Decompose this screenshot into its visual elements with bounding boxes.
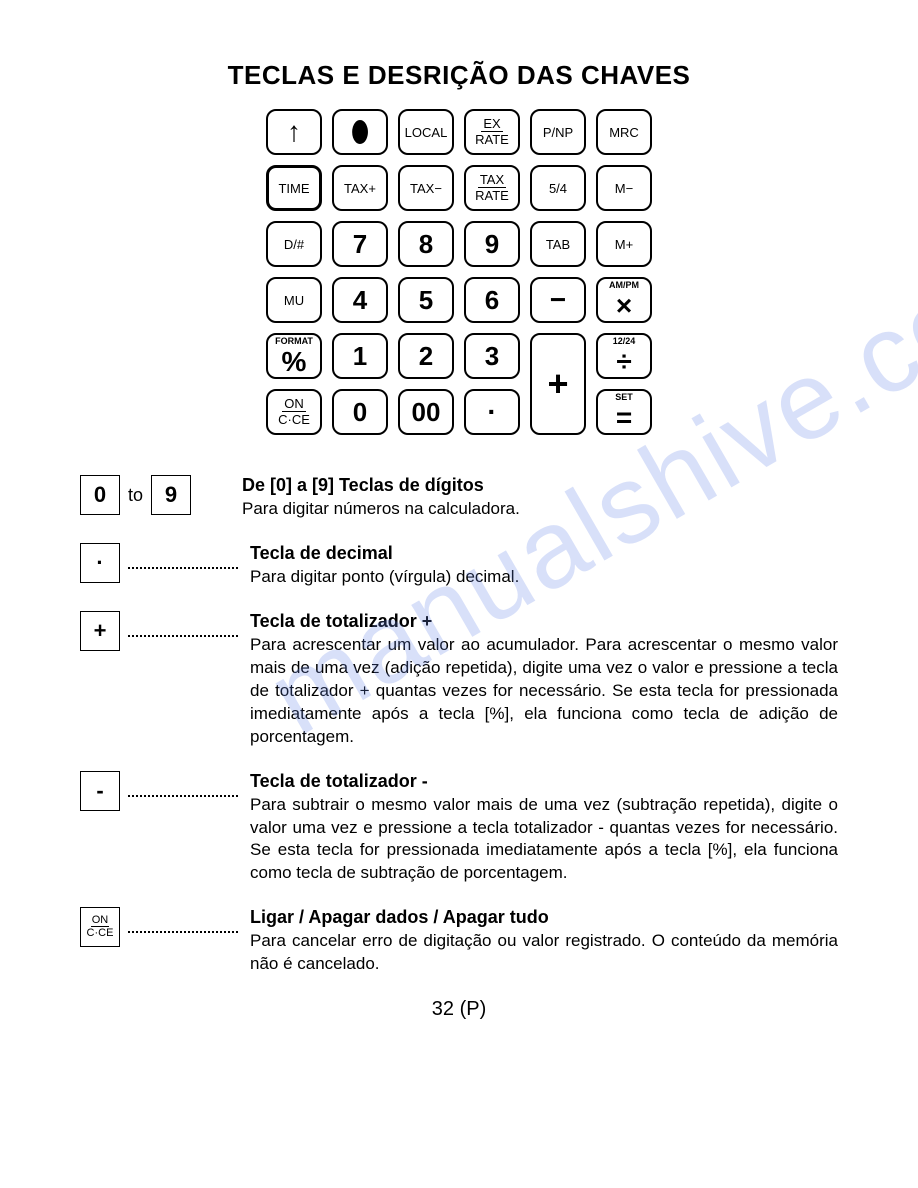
key-on-cce[interactable]: ON C·CE: [266, 389, 322, 435]
desc-heading: Ligar / Apagar dados / Apagar tudo: [250, 907, 549, 927]
desc-body: Para digitar ponto (vírgula) decimal.: [250, 566, 838, 589]
mini-key-on-cce-top: ON: [91, 915, 110, 927]
key-multiply-label: ×: [616, 292, 632, 320]
mini-key-0: 0: [80, 475, 120, 515]
key-tax-plus[interactable]: TAX+: [332, 165, 388, 211]
key-equals-sup: SET: [615, 393, 633, 402]
mini-key-plus: +: [80, 611, 120, 651]
key-divide-label: ÷: [616, 348, 631, 376]
key-3[interactable]: 3: [464, 333, 520, 379]
desc-row-minus: - Tecla de totalizador - Para subtrair o…: [80, 771, 838, 886]
key-54[interactable]: 5/4: [530, 165, 586, 211]
key-tax-rate-top: TAX: [478, 173, 506, 188]
key-descriptions: 0 to 9 De [0] a [9] Teclas de dígitos Pa…: [80, 475, 838, 976]
keypad-row-3: D/# 7 8 9 TAB M+: [266, 221, 652, 267]
key-tax-rate-bot: RATE: [475, 188, 509, 203]
key-m-minus[interactable]: M−: [596, 165, 652, 211]
desc-row-digits: 0 to 9 De [0] a [9] Teclas de dígitos Pa…: [80, 475, 838, 521]
keypad-rows-5-6: FORMAT % 1 2 3 ON C·CE 0 00 · +: [266, 333, 652, 435]
dots-icon: [128, 625, 238, 637]
page-title: TECLAS E DESRIÇÃO DAS CHAVES: [80, 60, 838, 91]
key-on-cce-top: ON: [282, 397, 306, 412]
key-5[interactable]: 5: [398, 277, 454, 323]
desc-body: Para subtrair o mesmo valor mais de uma …: [250, 794, 838, 886]
key-minus[interactable]: −: [530, 277, 586, 323]
key-ex-rate-top: EX: [481, 117, 502, 132]
keypad-row-4: MU 4 5 6 − AM/PM ×: [266, 277, 652, 323]
key-1[interactable]: 1: [332, 333, 388, 379]
desc-body: Para digitar números na calculadora.: [242, 498, 838, 521]
key-multiply[interactable]: AM/PM ×: [596, 277, 652, 323]
key-plus[interactable]: +: [530, 333, 586, 435]
key-7[interactable]: 7: [332, 221, 388, 267]
calculator-keypad: ↑ ⬮ LOCAL EX RATE P/NP MRC TIME TAX+ TAX…: [80, 109, 838, 435]
desc-body: Para acrescentar um valor ao acumulador.…: [250, 634, 838, 749]
key-feed-up[interactable]: ↑: [266, 109, 322, 155]
key-decimal[interactable]: ·: [464, 389, 520, 435]
key-dhash[interactable]: D/#: [266, 221, 322, 267]
page-number: 32 (P): [80, 998, 838, 1021]
key-local[interactable]: LOCAL: [398, 109, 454, 155]
keypad-row-2: TIME TAX+ TAX− TAX RATE 5/4 M−: [266, 165, 652, 211]
desc-heading: De [0] a [9] Teclas de dígitos: [242, 475, 484, 495]
dots-icon: [128, 785, 238, 797]
key-2[interactable]: 2: [398, 333, 454, 379]
key-tab[interactable]: TAB: [530, 221, 586, 267]
mini-key-on-cce-bot: C·CE: [87, 927, 114, 939]
key-ex-rate-bot: RATE: [475, 132, 509, 147]
key-on-cce-bot: C·CE: [278, 412, 310, 427]
key-pnp[interactable]: P/NP: [530, 109, 586, 155]
key-8[interactable]: 8: [398, 221, 454, 267]
desc-heading: Tecla de decimal: [250, 543, 393, 563]
desc-row-plus: + Tecla de totalizador + Para acrescenta…: [80, 611, 838, 749]
key-9[interactable]: 9: [464, 221, 520, 267]
key-divide[interactable]: 12/24 ÷: [596, 333, 652, 379]
key-percent[interactable]: FORMAT %: [266, 333, 322, 379]
key-percent-sup: FORMAT: [275, 337, 313, 346]
key-tax-minus[interactable]: TAX−: [398, 165, 454, 211]
key-m-plus[interactable]: M+: [596, 221, 652, 267]
keypad-row-1: ↑ ⬮ LOCAL EX RATE P/NP MRC: [266, 109, 652, 155]
key-mu[interactable]: MU: [266, 277, 322, 323]
desc-heading: Tecla de totalizador +: [250, 611, 432, 631]
dots-icon: [128, 921, 238, 933]
key-time[interactable]: TIME: [266, 165, 322, 211]
desc-heading: Tecla de totalizador -: [250, 771, 428, 791]
key-0[interactable]: 0: [332, 389, 388, 435]
key-00[interactable]: 00: [398, 389, 454, 435]
key-tax-rate[interactable]: TAX RATE: [464, 165, 520, 211]
key-multiply-sup: AM/PM: [609, 281, 639, 290]
key-percent-label: %: [282, 348, 307, 376]
key-6[interactable]: 6: [464, 277, 520, 323]
key-mrc[interactable]: MRC: [596, 109, 652, 155]
key-divide-sup: 12/24: [613, 337, 636, 346]
to-text: to: [128, 485, 143, 506]
desc-row-decimal: · Tecla de decimal Para digitar ponto (v…: [80, 543, 838, 589]
key-equals[interactable]: SET =: [596, 389, 652, 435]
key-ex-rate[interactable]: EX RATE: [464, 109, 520, 155]
mini-key-on-cce: ON C·CE: [80, 907, 120, 947]
mini-key-minus: -: [80, 771, 120, 811]
desc-row-on-cce: ON C·CE Ligar / Apagar dados / Apagar tu…: [80, 907, 838, 976]
dots-icon: [128, 557, 238, 569]
desc-body: Para cancelar erro de digitação ou valor…: [250, 930, 838, 976]
key-4[interactable]: 4: [332, 277, 388, 323]
mini-key-9: 9: [151, 475, 191, 515]
key-equals-label: =: [616, 404, 632, 432]
key-print[interactable]: ⬮: [332, 109, 388, 155]
mini-key-decimal: ·: [80, 543, 120, 583]
